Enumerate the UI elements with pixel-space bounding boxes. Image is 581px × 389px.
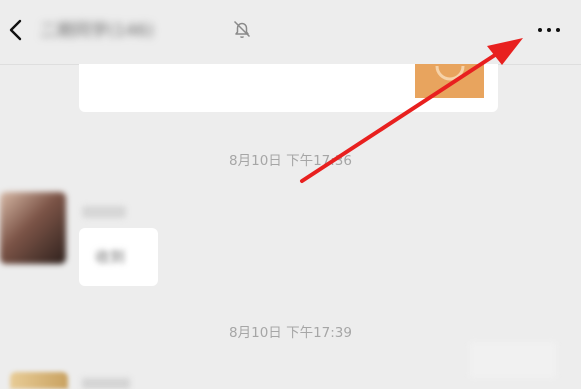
more-dot-icon xyxy=(556,28,560,32)
message-text: 收到 xyxy=(95,248,126,266)
shared-link-card[interactable] xyxy=(79,64,498,112)
watermark xyxy=(470,342,556,378)
back-icon[interactable] xyxy=(4,16,28,44)
card-thumbnail xyxy=(415,64,484,98)
chat-title: 二期同学(146) xyxy=(40,21,154,41)
sender-avatar[interactable] xyxy=(0,192,66,264)
sender-name xyxy=(82,206,126,218)
message-timestamp: 8月10日 下午17:39 xyxy=(229,325,352,341)
sender-name xyxy=(82,378,130,389)
chat-header: 二期同学(146) xyxy=(0,0,581,65)
bell-off-icon xyxy=(233,20,251,39)
sender-avatar[interactable] xyxy=(10,372,68,389)
more-options-button[interactable] xyxy=(532,22,566,38)
message-timestamp: 8月10日 下午17:36 xyxy=(229,153,352,169)
more-dot-icon xyxy=(538,28,542,32)
thumbnail-icon xyxy=(435,65,465,81)
more-dot-icon xyxy=(547,28,551,32)
message-bubble[interactable]: 收到 xyxy=(79,228,158,286)
